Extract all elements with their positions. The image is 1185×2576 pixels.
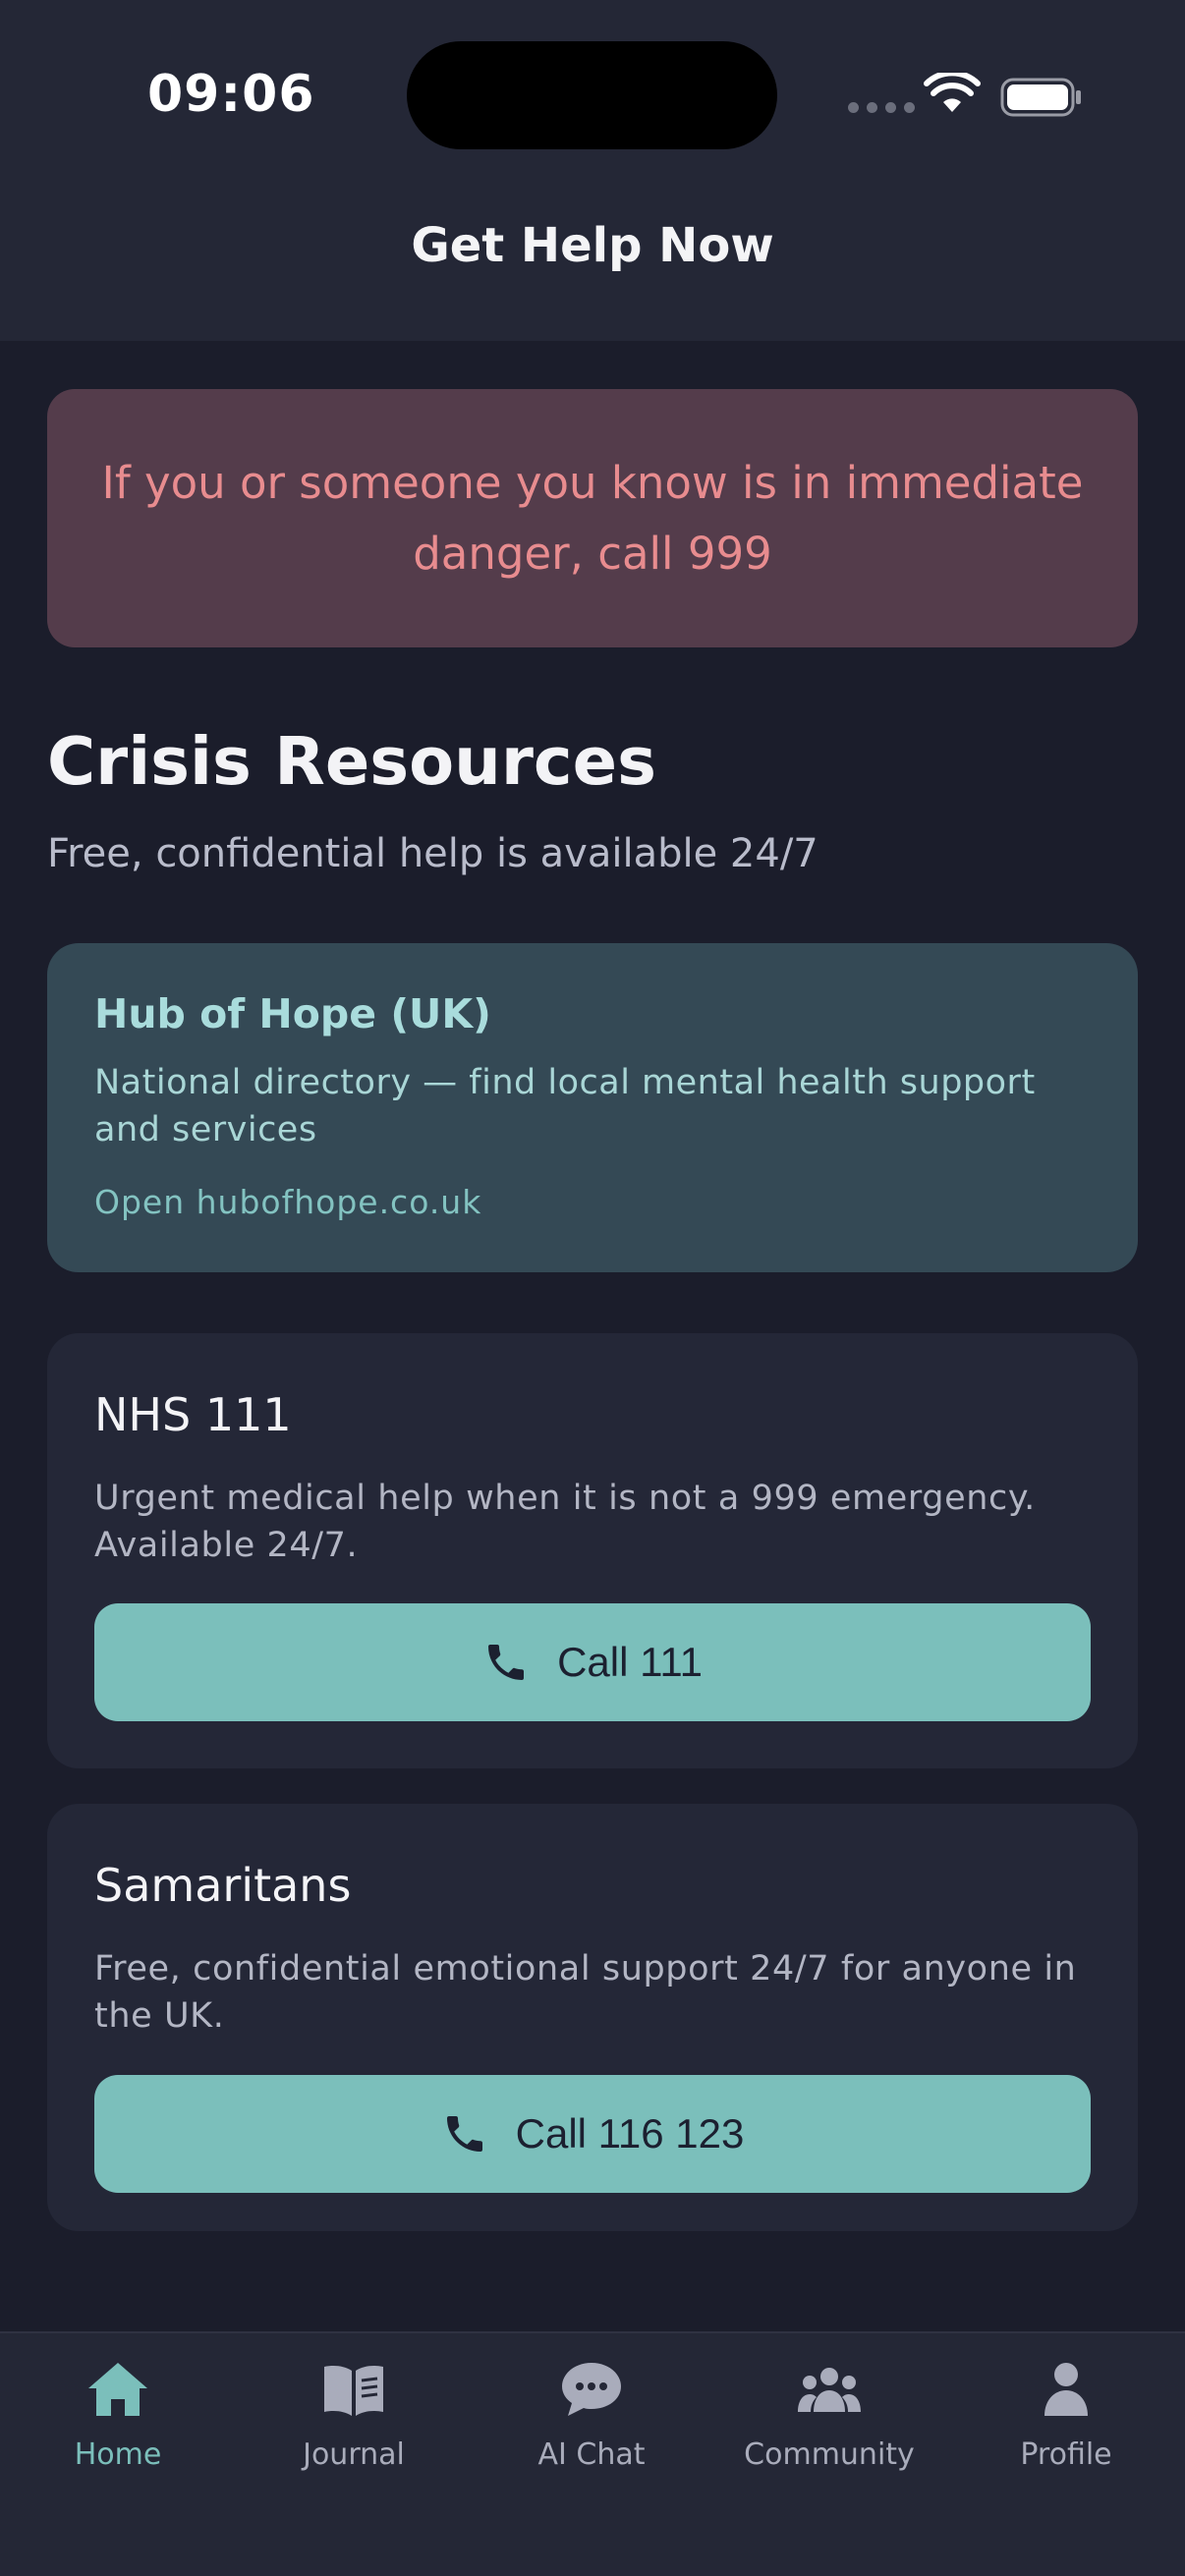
nav-item-home[interactable]: Home <box>20 2359 216 2472</box>
phone-icon <box>446 2116 482 2152</box>
section-title: Crisis Resources <box>47 723 656 800</box>
home-icon <box>88 2363 147 2416</box>
service-title: Samaritans <box>94 1859 352 1912</box>
phone-icon <box>488 1645 525 1680</box>
nav-item-community[interactable]: Community <box>731 2359 928 2472</box>
battery-icon <box>1000 78 1081 117</box>
people-icon <box>798 2368 861 2412</box>
section-subtitle: Free, confidential help is available 24/… <box>47 831 818 876</box>
status-time: 09:06 <box>147 65 315 124</box>
get-help-screen: 09:06 Get Help Now If you or someone you… <box>0 0 1185 2576</box>
nav-label: Journal <box>303 2437 405 2472</box>
call-samaritans-button[interactable]: Call 116 123 <box>94 2075 1091 2193</box>
top-bar: 09:06 Get Help Now <box>0 0 1185 341</box>
nav-label: Home <box>74 2437 162 2472</box>
emergency-banner: If you or someone you know is in immedia… <box>47 389 1138 647</box>
nav-item-ai-chat[interactable]: AI Chat <box>493 2359 690 2472</box>
samaritans-card: Samaritans Free, confidential emotional … <box>47 1804 1138 2231</box>
hub-of-hope-link[interactable]: Open hubofhope.co.uk <box>94 1183 481 1221</box>
service-description: Urgent medical help when it is not a 999… <box>94 1479 1036 1565</box>
nav-label: Profile <box>1020 2437 1112 2472</box>
chat-bubble-icon <box>562 2363 621 2416</box>
nhs-111-card: NHS 111 Urgent medical help when it is n… <box>47 1333 1138 1768</box>
book-icon <box>324 2366 383 2416</box>
nav-item-profile[interactable]: Profile <box>968 2359 1164 2472</box>
emergency-text: If you or someone you know is in immedia… <box>101 456 1084 580</box>
person-icon <box>1044 2363 1088 2416</box>
service-title: NHS 111 <box>94 1388 292 1441</box>
nav-label: AI Chat <box>537 2437 646 2472</box>
service-description: Free, confidential emotional support 24/… <box>94 1949 1077 2036</box>
call-button-label: Call 116 123 <box>515 2110 745 2156</box>
dynamic-island <box>407 41 777 149</box>
hub-of-hope-title: Hub of Hope (UK) <box>94 990 491 1037</box>
hub-of-hope-card[interactable]: Hub of Hope (UK) National directory — fi… <box>47 943 1138 1272</box>
call-button-label: Call 111 <box>557 1639 703 1685</box>
hub-of-hope-description: National directory — find local mental h… <box>94 1063 1036 1149</box>
call-111-button[interactable]: Call 111 <box>94 1603 1091 1721</box>
cellular-signal-icon <box>848 102 915 113</box>
nav-label: Community <box>744 2437 915 2472</box>
bottom-nav: Home Journal AI Chat Community Profile <box>0 2331 1185 2576</box>
nav-item-journal[interactable]: Journal <box>255 2359 452 2472</box>
wifi-icon <box>924 73 981 112</box>
page-title: Get Help Now <box>411 218 774 273</box>
